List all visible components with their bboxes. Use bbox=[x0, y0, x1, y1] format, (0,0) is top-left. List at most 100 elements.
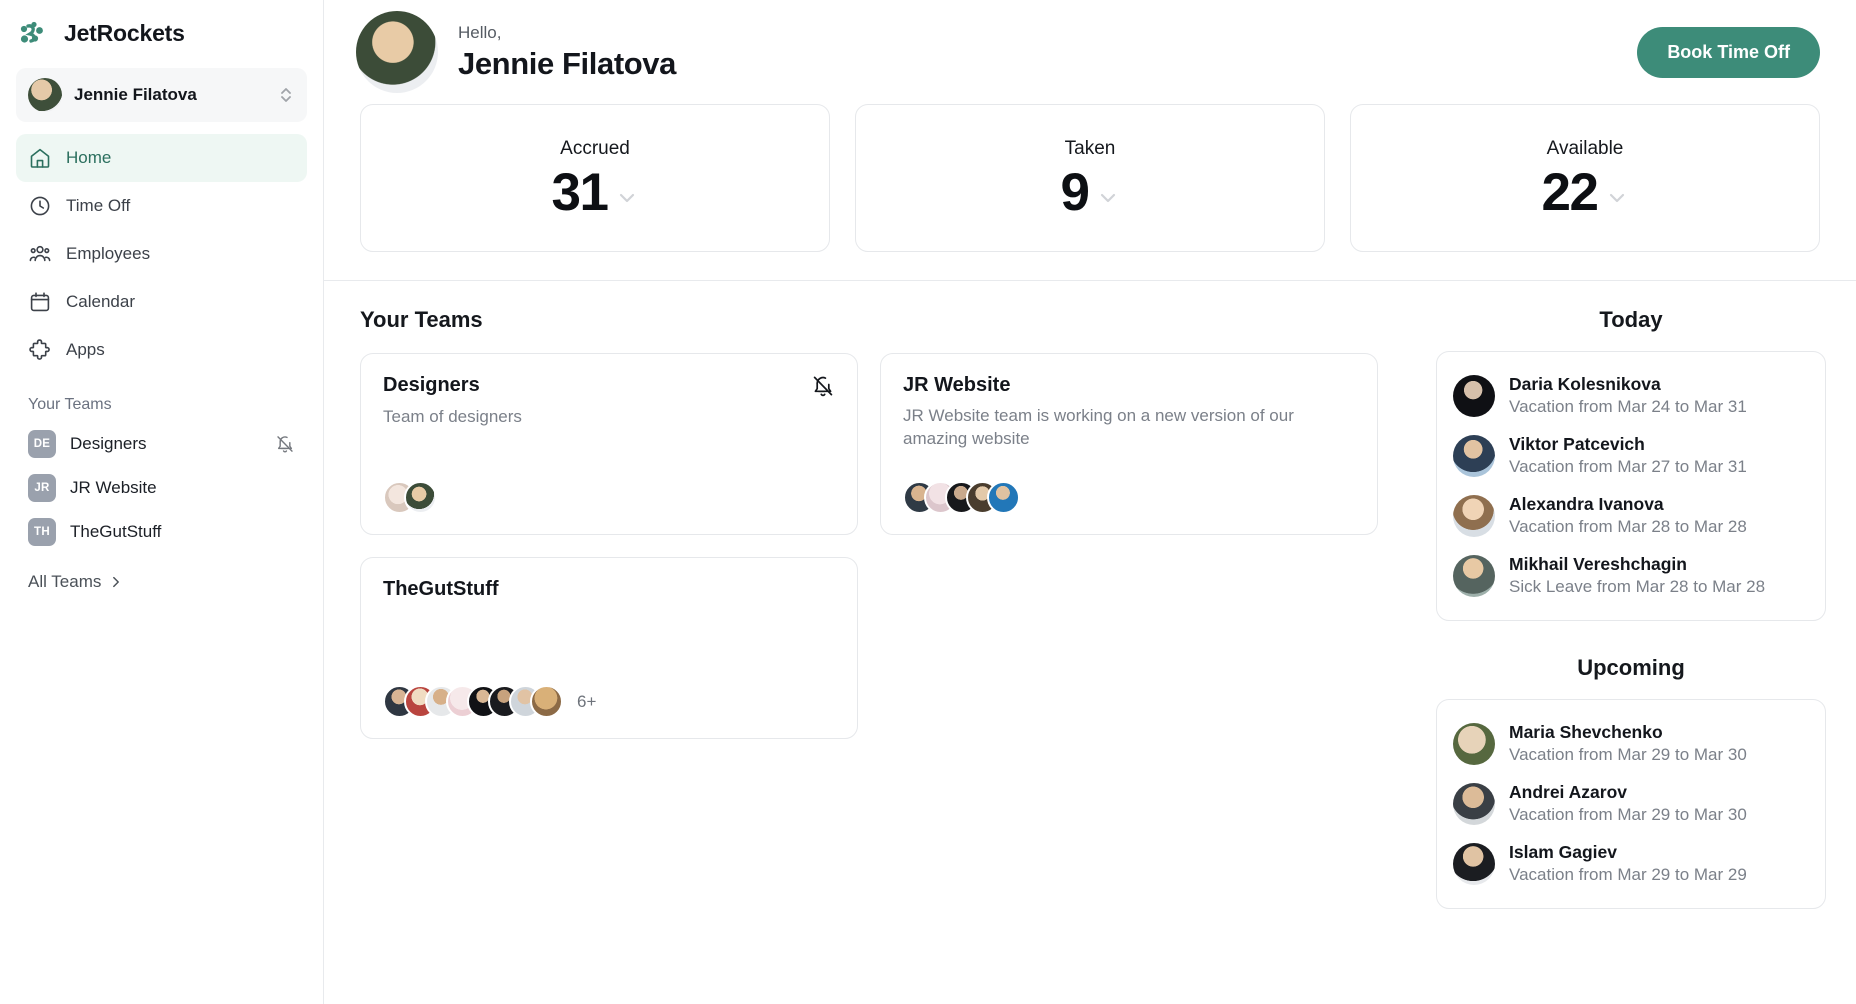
employee-name: Viktor Patcevich bbox=[1509, 433, 1645, 454]
sidebar-item-label: Time Off bbox=[66, 196, 131, 215]
upcoming-title: Upcoming bbox=[1577, 654, 1685, 680]
avatar bbox=[1453, 722, 1495, 765]
card-spacer bbox=[903, 451, 1355, 481]
stat-card-taken[interactable]: Taken 9 bbox=[855, 104, 1325, 252]
all-teams-label: All Teams bbox=[28, 572, 102, 591]
sidebar-item-label: Apps bbox=[66, 340, 105, 359]
employee-name: Daria Kolesnikova bbox=[1509, 374, 1661, 394]
employee-name: Andrei Azarov bbox=[1509, 781, 1627, 802]
stat-card-available[interactable]: Available 22 bbox=[1350, 104, 1820, 252]
people-icon bbox=[28, 242, 52, 266]
user-switcher-name: Jennie Filatova bbox=[74, 85, 197, 104]
upcoming-list: Maria Shevchenko Vacation from Mar 29 to… bbox=[1436, 698, 1826, 909]
list-item[interactable]: Mikhail Vereshchagin Sick Leave from Mar… bbox=[1453, 546, 1809, 606]
leave-text: Mikhail Vereshchagin Sick Leave from Mar… bbox=[1509, 554, 1765, 598]
stat-label: Taken bbox=[1064, 137, 1116, 159]
sidebar-teams-heading: Your Teams bbox=[28, 396, 112, 413]
bell-off-icon[interactable] bbox=[811, 374, 835, 398]
avatar bbox=[1453, 494, 1495, 537]
team-card-thegutstuff[interactable]: TheGutStuff 6+ bbox=[360, 557, 858, 739]
leave-detail: Vacation from Mar 29 to Mar 30 bbox=[1509, 744, 1747, 764]
sidebar-team-designers[interactable]: DE Designers bbox=[16, 422, 307, 466]
stat-label: Accrued bbox=[560, 137, 630, 159]
avatar bbox=[1453, 554, 1495, 597]
team-card-jr-website[interactable]: JR Website JR Website team is working on… bbox=[880, 353, 1378, 535]
team-label: Designers bbox=[70, 434, 147, 453]
panel-gap bbox=[1436, 621, 1826, 655]
leave-detail: Sick Leave from Mar 28 to Mar 28 bbox=[1509, 576, 1766, 596]
member-overflow-count: 6+ bbox=[577, 691, 597, 711]
card-spacer bbox=[383, 601, 835, 685]
team-initials-badge: TH bbox=[28, 518, 56, 546]
leave-text: Islam Gagiev Vacation from Mar 29 to Mar… bbox=[1509, 842, 1747, 886]
stat-value-row: 22 bbox=[1542, 166, 1629, 219]
sidebar-item-home[interactable]: Home bbox=[16, 134, 307, 182]
team-card-header: TheGutStuff bbox=[383, 578, 835, 601]
employee-name: Maria Shevchenko bbox=[1509, 721, 1663, 742]
greeting-block: Hello, Jennie Filatova bbox=[458, 23, 676, 82]
team-card-description: JR Website team is working on a new vers… bbox=[903, 406, 1294, 449]
leave-detail: Vacation from Mar 28 to Mar 28 bbox=[1509, 516, 1747, 536]
calendar-icon bbox=[28, 290, 52, 314]
list-item[interactable]: Andrei Azarov Vacation from Mar 29 to Ma… bbox=[1453, 774, 1809, 834]
all-teams-link[interactable]: All Teams bbox=[0, 554, 323, 610]
bell-off-icon[interactable] bbox=[275, 434, 295, 454]
stat-card-accrued[interactable]: Accrued 31 bbox=[360, 104, 830, 252]
list-item[interactable]: Alexandra Ivanova Vacation from Mar 28 t… bbox=[1453, 486, 1809, 546]
sidebar-item-time-off[interactable]: Time Off bbox=[16, 182, 307, 230]
sidebar-item-apps[interactable]: Apps bbox=[16, 326, 307, 374]
your-teams-title: Your Teams bbox=[360, 307, 483, 332]
sidebar-item-label: Home bbox=[66, 148, 112, 167]
list-item[interactable]: Daria Kolesnikova Vacation from Mar 24 t… bbox=[1453, 366, 1809, 426]
avatar bbox=[1453, 782, 1495, 825]
chevron-down-icon[interactable] bbox=[1606, 187, 1628, 209]
leaves-panel: Today Daria Kolesnikova Vacation from Ma… bbox=[1426, 281, 1856, 1004]
jetrockets-logo-icon bbox=[18, 16, 52, 50]
user-switcher[interactable]: Jennie Filatova bbox=[16, 68, 307, 122]
avatar bbox=[28, 78, 62, 112]
stat-value: 22 bbox=[1541, 162, 1599, 222]
leave-text: Alexandra Ivanova Vacation from Mar 28 t… bbox=[1509, 494, 1747, 538]
avatar bbox=[404, 481, 437, 514]
leave-text: Daria Kolesnikova Vacation from Mar 24 t… bbox=[1509, 374, 1747, 418]
chevron-up-down-icon bbox=[277, 84, 295, 106]
app-root: JetRockets Jennie Filatova Home Time Off… bbox=[0, 0, 1856, 1004]
chevron-down-icon[interactable] bbox=[616, 187, 638, 209]
team-label: JR Website bbox=[70, 478, 157, 497]
stats-row: Accrued 31 Taken 9 Available 22 bbox=[324, 104, 1856, 280]
leave-text: Maria Shevchenko Vacation from Mar 29 to… bbox=[1509, 722, 1747, 766]
leave-detail: Vacation from Mar 24 to Mar 31 bbox=[1509, 396, 1747, 416]
leave-text: Viktor Patcevich Vacation from Mar 27 to… bbox=[1509, 434, 1747, 478]
avatar bbox=[530, 685, 563, 718]
list-item[interactable]: Maria Shevchenko Vacation from Mar 29 to… bbox=[1453, 714, 1809, 774]
team-label: TheGutStuff bbox=[70, 522, 162, 541]
today-list: Daria Kolesnikova Vacation from Mar 24 t… bbox=[1436, 351, 1826, 621]
team-card-grid: Designers Team of designers JR Website J… bbox=[360, 353, 1396, 739]
sidebar-nav: Home Time Off Employees Calendar Apps bbox=[0, 132, 323, 374]
page-title: Jennie Filatova bbox=[458, 45, 676, 81]
team-card-header: Designers bbox=[383, 374, 835, 398]
list-item[interactable]: Viktor Patcevich Vacation from Mar 27 to… bbox=[1453, 426, 1809, 486]
stat-value: 31 bbox=[551, 162, 609, 222]
team-card-title: JR Website bbox=[903, 374, 1011, 396]
team-card-description: Team of designers bbox=[383, 407, 522, 426]
sidebar-item-calendar[interactable]: Calendar bbox=[16, 278, 307, 326]
main-area: Hello, Jennie Filatova Book Time Off Acc… bbox=[324, 0, 1856, 1004]
member-avatar-stack bbox=[383, 481, 835, 514]
content-area: Your Teams Designers Team of designers J… bbox=[324, 281, 1856, 1004]
sidebar-team-thegutstuff[interactable]: TH TheGutStuff bbox=[16, 510, 307, 554]
leave-detail: Vacation from Mar 29 to Mar 30 bbox=[1509, 804, 1747, 824]
card-spacer bbox=[383, 428, 835, 481]
clock-icon bbox=[28, 194, 52, 218]
stat-value: 9 bbox=[1060, 162, 1090, 222]
sidebar-item-employees[interactable]: Employees bbox=[16, 230, 307, 278]
list-item[interactable]: Islam Gagiev Vacation from Mar 29 to Mar… bbox=[1453, 834, 1809, 894]
sidebar-team-jr-website[interactable]: JR JR Website bbox=[16, 466, 307, 510]
chevron-down-icon[interactable] bbox=[1097, 187, 1119, 209]
brand[interactable]: JetRockets bbox=[0, 0, 323, 64]
employee-name: Islam Gagiev bbox=[1509, 841, 1617, 862]
leave-text: Andrei Azarov Vacation from Mar 29 to Ma… bbox=[1509, 782, 1747, 826]
team-card-title: TheGutStuff bbox=[383, 578, 499, 600]
book-time-off-button[interactable]: Book Time Off bbox=[1637, 26, 1820, 78]
team-card-designers[interactable]: Designers Team of designers bbox=[360, 353, 858, 535]
